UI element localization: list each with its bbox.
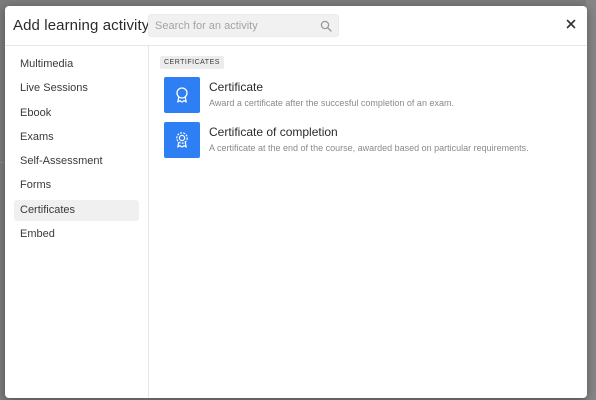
background-page-edge	[586, 0, 596, 400]
sidebar-item-embed[interactable]: Embed	[14, 224, 139, 245]
add-activity-modal: Add learning activity Multimedia Live Se…	[5, 6, 587, 398]
category-sidebar: Multimedia Live Sessions Ebook Exams Sel…	[5, 46, 149, 398]
seal-ribbon-icon	[164, 122, 200, 158]
sidebar-item-multimedia[interactable]: Multimedia	[14, 54, 139, 75]
search-box[interactable]	[148, 14, 339, 37]
activity-title: Certificate of completion	[209, 125, 338, 139]
close-icon[interactable]	[564, 17, 578, 31]
activity-description: A certificate at the end of the course, …	[209, 143, 529, 153]
section-tag: CERTIFICATES	[160, 56, 224, 69]
sidebar-item-forms[interactable]: Forms	[14, 175, 139, 196]
activity-title: Certificate	[209, 80, 264, 94]
activity-list: CERTIFICATES Certificate Award a certifi…	[150, 46, 587, 398]
activity-item-certificate-of-completion[interactable]: Certificate of completion A certificate …	[164, 122, 574, 160]
search-input[interactable]	[149, 15, 338, 36]
search-icon[interactable]	[320, 20, 332, 32]
award-ribbon-icon	[164, 77, 200, 113]
modal-header: Add learning activity	[5, 6, 587, 46]
sidebar-item-exams[interactable]: Exams	[14, 127, 139, 148]
sidebar-item-certificates[interactable]: Certificates	[14, 199, 139, 221]
sidebar-item-live-sessions[interactable]: Live Sessions	[14, 78, 139, 99]
sidebar-item-ebook[interactable]: Ebook	[14, 103, 139, 124]
activity-description: Award a certificate after the succesful …	[209, 98, 454, 108]
sidebar-item-self-assessment[interactable]: Self-Assessment	[14, 151, 139, 172]
modal-title: Add learning activity	[13, 17, 150, 34]
activity-item-certificate[interactable]: Certificate Award a certificate after th…	[164, 77, 574, 115]
